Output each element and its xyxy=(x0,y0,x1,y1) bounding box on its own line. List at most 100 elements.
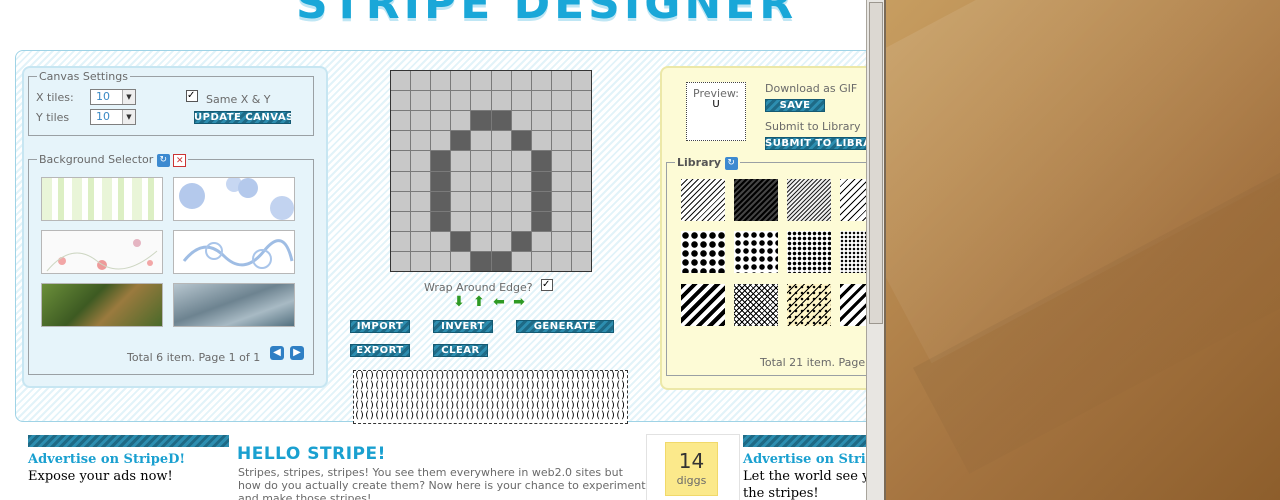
library-tile-1[interactable] xyxy=(681,179,725,221)
grid-cell[interactable] xyxy=(491,211,511,231)
grid-cell[interactable] xyxy=(531,91,551,111)
grid-cell[interactable] xyxy=(391,191,411,211)
grid-cell[interactable] xyxy=(391,91,411,111)
grid-cell[interactable] xyxy=(411,251,431,271)
grid-cell[interactable] xyxy=(451,211,471,231)
grid-cell[interactable] xyxy=(411,91,431,111)
grid-cell[interactable] xyxy=(551,171,571,191)
grid-cell[interactable] xyxy=(531,171,551,191)
grid-cell[interactable] xyxy=(391,231,411,251)
grid-cell[interactable] xyxy=(471,191,491,211)
shift-down-arrow-icon[interactable]: ⬇ xyxy=(452,295,466,309)
grid-cell[interactable] xyxy=(571,91,591,111)
grid-cell[interactable] xyxy=(491,111,511,131)
grid-cell[interactable] xyxy=(391,171,411,191)
grid-cell[interactable] xyxy=(511,171,531,191)
prev-page-arrow-icon[interactable]: ◀ xyxy=(270,346,284,360)
y-tiles-select[interactable]: 10 ▼ xyxy=(90,109,136,125)
grid-cell[interactable] xyxy=(451,111,471,131)
refresh-icon[interactable]: ↻ xyxy=(156,153,170,167)
grid-cell[interactable] xyxy=(531,111,551,131)
grid-cell[interactable] xyxy=(491,191,511,211)
scrollbar-thumb[interactable] xyxy=(869,2,883,324)
generate-button[interactable]: GENERATE xyxy=(516,320,614,333)
grid-cell[interactable] xyxy=(531,191,551,211)
background-thumb-blue-lace[interactable] xyxy=(173,230,295,274)
grid-cell[interactable] xyxy=(511,131,531,151)
grid-cell[interactable] xyxy=(571,131,591,151)
grid-cell[interactable] xyxy=(431,211,451,231)
grid-cell[interactable] xyxy=(411,151,431,171)
grid-cell[interactable] xyxy=(511,251,531,271)
grid-cell[interactable] xyxy=(391,71,411,91)
grid-cell[interactable] xyxy=(411,211,431,231)
grid-cell[interactable] xyxy=(471,111,491,131)
grid-cell[interactable] xyxy=(391,251,411,271)
grid-cell[interactable] xyxy=(551,151,571,171)
grid-cell[interactable] xyxy=(451,171,471,191)
grid-cell[interactable] xyxy=(451,131,471,151)
library-tile-6[interactable] xyxy=(734,231,778,273)
refresh-icon[interactable]: ↻ xyxy=(724,156,738,170)
grid-cell[interactable] xyxy=(391,131,411,151)
grid-cell[interactable] xyxy=(451,151,471,171)
library-tile-7[interactable] xyxy=(787,231,831,273)
grid-cell[interactable] xyxy=(531,151,551,171)
grid-cell[interactable] xyxy=(491,131,511,151)
same-xy-checkbox[interactable]: ✓ xyxy=(186,90,198,102)
grid-cell[interactable] xyxy=(411,171,431,191)
grid-cell[interactable] xyxy=(551,211,571,231)
grid-cell[interactable] xyxy=(391,151,411,171)
grid-cell[interactable] xyxy=(451,231,471,251)
invert-button[interactable]: INVERT xyxy=(433,320,493,333)
grid-cell[interactable] xyxy=(391,111,411,131)
grid-cell[interactable] xyxy=(571,231,591,251)
grid-cell[interactable] xyxy=(431,171,451,191)
grid-cell[interactable] xyxy=(471,151,491,171)
shift-left-arrow-icon[interactable]: ⬅ xyxy=(492,295,506,309)
background-thumb-photo-steel[interactable] xyxy=(173,283,295,327)
grid-cell[interactable] xyxy=(491,171,511,191)
grid-cell[interactable] xyxy=(411,131,431,151)
grid-cell[interactable] xyxy=(551,71,571,91)
grid-cell[interactable] xyxy=(571,151,591,171)
grid-cell[interactable] xyxy=(511,211,531,231)
grid-cell[interactable] xyxy=(571,171,591,191)
grid-cell[interactable] xyxy=(571,211,591,231)
grid-cell[interactable] xyxy=(491,71,511,91)
grid-cell[interactable] xyxy=(551,111,571,131)
library-tile-4[interactable] xyxy=(840,179,866,221)
ad-left-title[interactable]: Advertise on StripeD! xyxy=(28,452,185,467)
grid-cell[interactable] xyxy=(431,251,451,271)
grid-cell[interactable] xyxy=(551,231,571,251)
grid-cell[interactable] xyxy=(551,251,571,271)
grid-cell[interactable] xyxy=(431,131,451,151)
grid-cell[interactable] xyxy=(571,251,591,271)
x-tiles-select[interactable]: 10 ▼ xyxy=(90,89,136,105)
pixel-editor-grid[interactable] xyxy=(390,70,592,272)
wrap-around-checkbox[interactable]: ✓ xyxy=(541,279,553,291)
grid-cell[interactable] xyxy=(471,251,491,271)
submit-to-library-button[interactable]: SUBMIT TO LIBRARY xyxy=(765,137,866,150)
grid-cell[interactable] xyxy=(431,111,451,131)
grid-cell[interactable] xyxy=(451,191,471,211)
background-thumb-photo-foliage[interactable] xyxy=(41,283,163,327)
grid-cell[interactable] xyxy=(411,191,431,211)
grid-cell[interactable] xyxy=(471,211,491,231)
grid-cell[interactable] xyxy=(531,131,551,151)
shift-up-arrow-icon[interactable]: ⬆ xyxy=(472,295,486,309)
ad-right-title[interactable]: Advertise on StripeD! xyxy=(743,452,866,467)
save-button[interactable]: SAVE xyxy=(765,99,825,112)
grid-cell[interactable] xyxy=(531,211,551,231)
digg-badge[interactable]: 14 diggs xyxy=(665,442,718,496)
grid-cell[interactable] xyxy=(451,71,471,91)
library-tile-10[interactable] xyxy=(734,284,778,326)
library-tile-9[interactable] xyxy=(681,284,725,326)
grid-cell[interactable] xyxy=(511,191,531,211)
grid-cell[interactable] xyxy=(471,171,491,191)
grid-cell[interactable] xyxy=(491,151,511,171)
clear-button[interactable]: CLEAR xyxy=(433,344,488,357)
close-icon[interactable]: ✕ xyxy=(173,153,187,167)
grid-cell[interactable] xyxy=(431,231,451,251)
grid-cell[interactable] xyxy=(511,151,531,171)
